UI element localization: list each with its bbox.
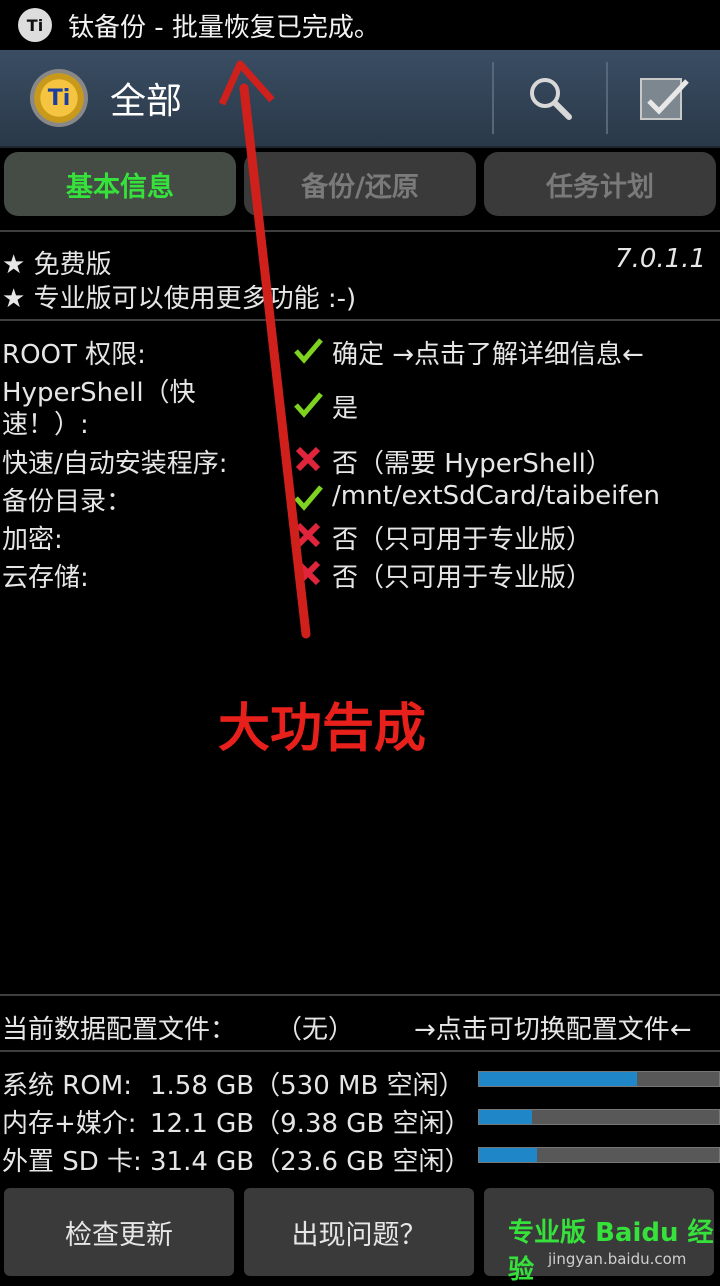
storage-rom-bar <box>478 1071 720 1087</box>
watermark-text: 专业版 Baidu 经验 <box>508 1212 720 1286</box>
storage-sd-label: 外置 SD 卡: <box>2 1147 142 1177</box>
storage-internal-label: 内存+媒介: <box>2 1109 137 1139</box>
divider <box>0 994 720 996</box>
profile-label: 当前数据配置文件： <box>2 1015 237 1045</box>
watermark-url: jingyan.baidu.com <box>548 1250 687 1268</box>
report-problem-button[interactable]: 出现问题？ <box>244 1188 474 1276</box>
storage-sd-bar <box>478 1147 720 1163</box>
check-update-button[interactable]: 检查更新 <box>4 1188 234 1276</box>
annotation-text: 大功告成 <box>218 699 427 759</box>
profile-value: （无） <box>276 1015 355 1045</box>
storage-rom-value: 1.58 GB（530 MB 空闲） <box>150 1071 465 1101</box>
storage-sd-value: 31.4 GB（23.6 GB 空闲） <box>150 1147 471 1177</box>
pro-label: 专业版 <box>508 1218 587 1248</box>
profile-switch-link[interactable]: →点击可切换配置文件← <box>414 1009 692 1046</box>
storage-internal-value: 12.1 GB（9.38 GB 空闲） <box>150 1109 471 1139</box>
divider <box>0 1050 720 1052</box>
storage-rom-label: 系统 ROM: <box>2 1071 132 1101</box>
storage-internal-bar <box>478 1109 720 1125</box>
